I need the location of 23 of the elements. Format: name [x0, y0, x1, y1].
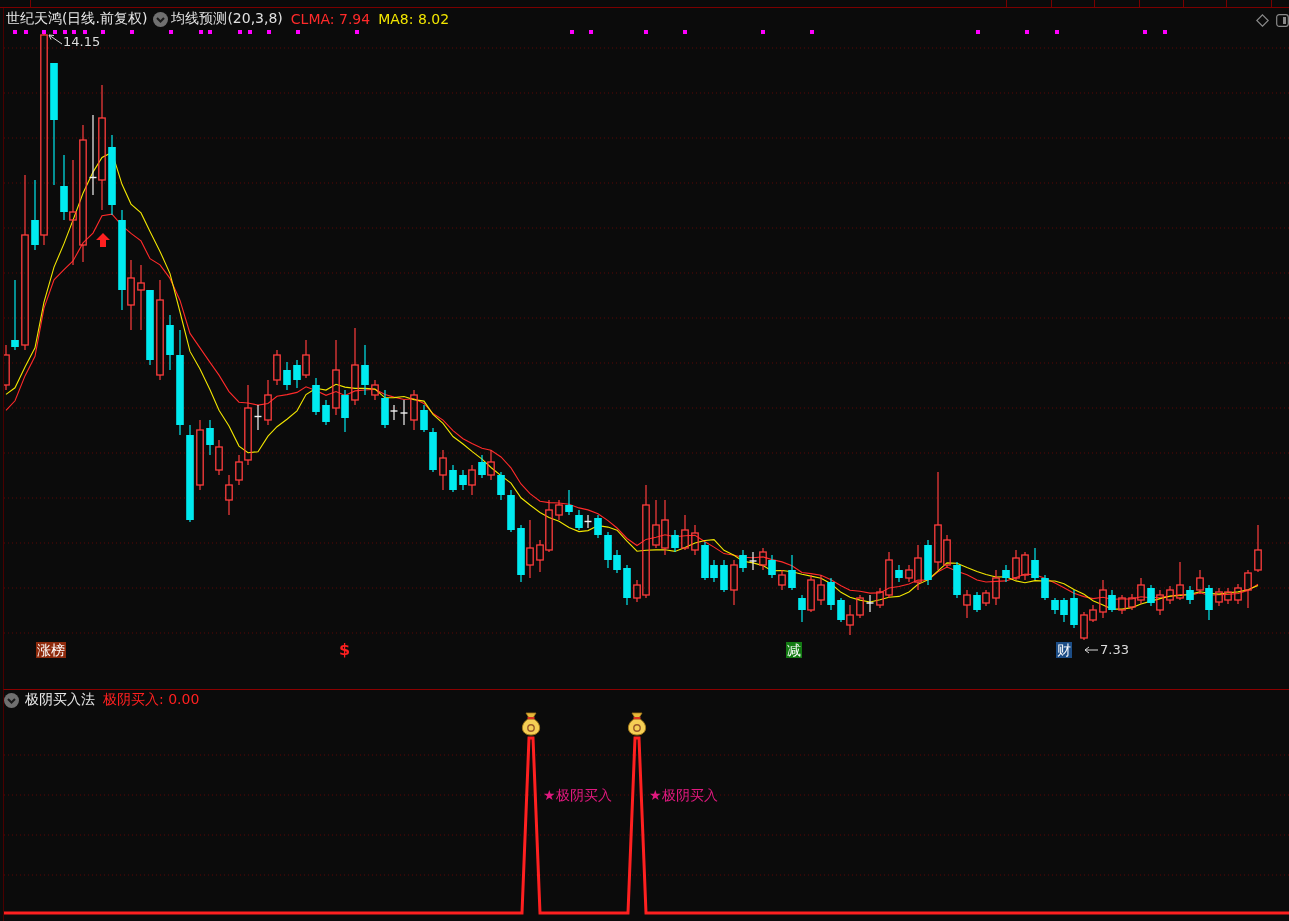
signal-label: ★极阴买入 — [543, 786, 612, 804]
up-arrow-icon — [96, 233, 110, 247]
legend-value: 极阴买入: 0.00 — [103, 691, 200, 709]
panel-toggle-icon[interactable] — [1276, 13, 1289, 27]
marker-tag: 涨榜 — [36, 642, 66, 658]
indicator-name: 均线预测(20,3,8) — [171, 10, 283, 28]
diamond-icon[interactable] — [1256, 13, 1269, 27]
symbol-marker: $ — [339, 641, 351, 658]
leader-arrow — [48, 34, 63, 45]
high-price-label: 14.15 — [63, 35, 101, 48]
chevron-down-icon[interactable] — [4, 692, 19, 708]
money-bag-icon — [627, 712, 647, 736]
marker-tag: 财 — [1056, 642, 1072, 658]
legend-value: MA8: 8.02 — [378, 11, 450, 27]
legend-value: CLMA: 7.94 — [290, 11, 371, 27]
leader-arrow — [1084, 646, 1099, 654]
stock-title: 世纪天鸿(日线.前复权) — [6, 10, 148, 28]
low-price-label: 7.33 — [1100, 643, 1129, 656]
marker-tag: 减 — [786, 642, 802, 658]
signal-label: ★极阴买入 — [649, 786, 718, 804]
money-bag-icon — [521, 712, 541, 736]
chevron-down-icon[interactable] — [153, 11, 169, 27]
indicator-title: 极阴买入法 — [25, 691, 95, 709]
